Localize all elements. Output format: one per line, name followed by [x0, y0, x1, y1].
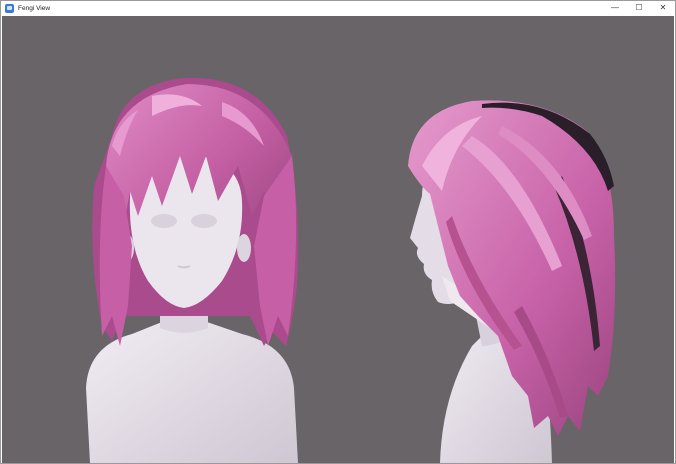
window-controls: — ☐ ✕ — [603, 1, 675, 15]
front-torso — [86, 322, 298, 463]
side-view-model — [408, 100, 616, 463]
window-title: Fengi View — [18, 4, 51, 12]
maximize-button[interactable]: ☐ — [627, 1, 651, 15]
front-view-model — [86, 77, 299, 463]
viewport-canvas — [86, 77, 616, 463]
minimize-button[interactable]: — — [603, 1, 627, 15]
close-button[interactable]: ✕ — [651, 1, 675, 15]
3d-viewport[interactable] — [2, 16, 674, 463]
title-bar[interactable]: Fengi View — ☐ ✕ — [1, 1, 675, 15]
app-window: Fengi View — ☐ ✕ — [0, 0, 676, 464]
app-icon — [5, 3, 14, 13]
